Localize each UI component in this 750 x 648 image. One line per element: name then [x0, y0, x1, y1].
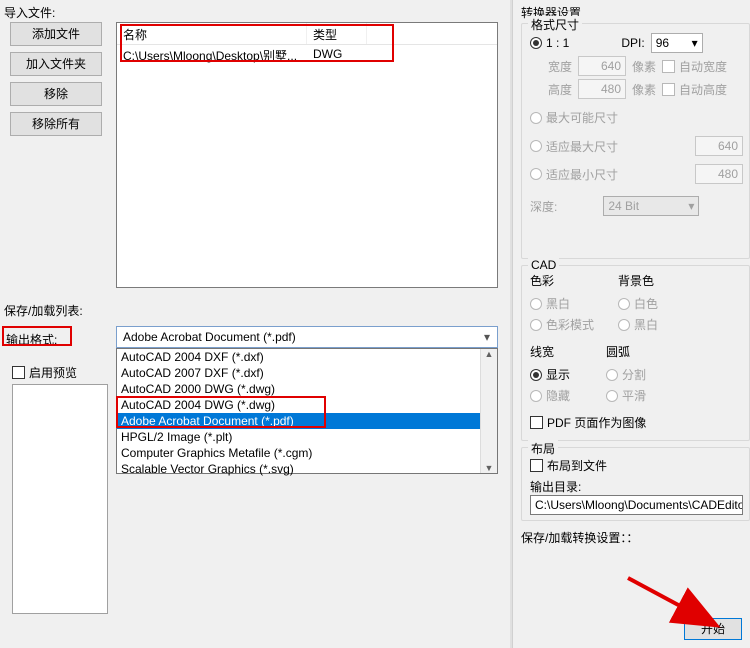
- color-head: 色彩: [530, 272, 594, 289]
- list-item[interactable]: AutoCAD 2004 DWG (*.dwg): [117, 397, 480, 413]
- pixels-label: 像素: [632, 58, 656, 75]
- group-legend-format-size: 格式尺寸: [528, 16, 582, 33]
- scroll-up-icon[interactable]: ▲: [485, 349, 494, 359]
- height-label: 高度: [548, 81, 572, 98]
- remove-button[interactable]: 移除: [10, 82, 102, 106]
- depth-select: 24 Bit▾: [603, 196, 699, 216]
- enable-preview-label: 启用预览: [29, 364, 77, 381]
- col-header-type[interactable]: 类型: [307, 23, 367, 44]
- dropdown-selected-text: Adobe Acrobat Document (*.pdf): [123, 330, 296, 344]
- group-legend-layout: 布局: [528, 440, 558, 457]
- annotation-box: [2, 326, 72, 346]
- add-folder-button[interactable]: 加入文件夹: [10, 52, 102, 76]
- output-format-listbox[interactable]: AutoCAD 2004 DXF (*.dxf)AutoCAD 2007 DXF…: [116, 348, 498, 474]
- list-item[interactable]: AutoCAD 2004 DXF (*.dxf): [117, 349, 480, 365]
- arc-head: 圆弧: [606, 343, 646, 360]
- radio-color-mode[interactable]: 色彩模式: [530, 316, 594, 333]
- radio-fit-min[interactable]: 适应最小尺寸: [530, 166, 618, 183]
- radio-max-possible[interactable]: 最大可能尺寸: [530, 109, 618, 126]
- width-label: 宽度: [548, 58, 572, 75]
- list-item[interactable]: HPGL/2 Image (*.plt): [117, 429, 480, 445]
- fit-min-input: 480: [695, 164, 743, 184]
- chevron-down-icon: ▾: [688, 199, 694, 213]
- pdf-as-image-checkbox[interactable]: PDF 页面作为图像: [530, 414, 646, 431]
- chevron-down-icon: ▾: [692, 36, 698, 50]
- preview-pane: [12, 384, 108, 614]
- bgcolor-head: 背景色: [618, 272, 658, 289]
- pixels-label: 像素: [632, 81, 656, 98]
- remove-all-button[interactable]: 移除所有: [10, 112, 102, 136]
- radio-1to1[interactable]: 1 : 1: [530, 36, 569, 50]
- radio-fit-max[interactable]: 适应最大尺寸: [530, 138, 618, 155]
- scroll-down-icon[interactable]: ▼: [485, 463, 494, 473]
- auto-height-checkbox: 自动高度: [662, 81, 727, 98]
- group-legend-cad: CAD: [528, 258, 559, 272]
- radio-lw-show[interactable]: 显示: [530, 366, 570, 383]
- depth-label: 深度:: [530, 198, 557, 215]
- list-item[interactable]: AutoCAD 2000 DWG (*.dwg): [117, 381, 480, 397]
- radio-color-bw[interactable]: 黑白: [530, 295, 594, 312]
- radio-arc-split[interactable]: 分割: [606, 366, 646, 383]
- height-input: 480: [578, 79, 626, 99]
- save-convert-settings-label: 保存/加载转换设置：：: [521, 529, 750, 546]
- import-files-label: 导入文件:: [4, 4, 55, 21]
- file-list[interactable]: 名称 类型 C:\Users\Mloong\Desktop\别墅... DWG: [116, 22, 498, 288]
- dpi-label: DPI:: [621, 36, 644, 50]
- width-input: 640: [578, 56, 626, 76]
- output-dir-label: 输出目录:: [530, 478, 743, 495]
- radio-lw-hide[interactable]: 隐藏: [530, 387, 570, 404]
- save-load-list-label: 保存/加载列表:: [4, 302, 83, 319]
- scrollbar[interactable]: ▲ ▼: [480, 349, 497, 473]
- radio-bg-black[interactable]: 黑白: [618, 316, 658, 333]
- col-header-name[interactable]: 名称: [117, 23, 307, 44]
- file-type-cell: DWG: [307, 45, 367, 65]
- radio-arc-smooth[interactable]: 平滑: [606, 387, 646, 404]
- list-item[interactable]: AutoCAD 2007 DXF (*.dxf): [117, 365, 480, 381]
- radio-bg-white[interactable]: 白色: [618, 295, 658, 312]
- enable-preview-checkbox[interactable]: 启用预览: [12, 364, 77, 381]
- auto-width-checkbox: 自动宽度: [662, 58, 727, 75]
- table-row[interactable]: C:\Users\Mloong\Desktop\别墅... DWG: [117, 45, 497, 65]
- fit-max-input: 640: [695, 136, 743, 156]
- start-button[interactable]: 开始: [684, 618, 742, 640]
- list-item[interactable]: Adobe Acrobat Document (*.pdf): [117, 413, 480, 429]
- file-path-cell: C:\Users\Mloong\Desktop\别墅...: [117, 45, 307, 65]
- chevron-down-icon: ▾: [479, 329, 495, 345]
- list-item[interactable]: Scalable Vector Graphics (*.svg): [117, 461, 480, 477]
- layout-to-file-checkbox[interactable]: 布局到文件: [530, 457, 607, 474]
- output-dir-input[interactable]: C:\Users\Mloong\Documents\CADEditor: [530, 495, 743, 515]
- output-format-dropdown[interactable]: Adobe Acrobat Document (*.pdf) ▾: [116, 326, 498, 348]
- list-item[interactable]: Computer Graphics Metafile (*.cgm): [117, 445, 480, 461]
- file-list-header: 名称 类型: [117, 23, 497, 45]
- dpi-select[interactable]: 96▾: [651, 33, 703, 53]
- linewidth-head: 线宽: [530, 343, 570, 360]
- add-file-button[interactable]: 添加文件: [10, 22, 102, 46]
- checkbox-icon: [12, 366, 25, 379]
